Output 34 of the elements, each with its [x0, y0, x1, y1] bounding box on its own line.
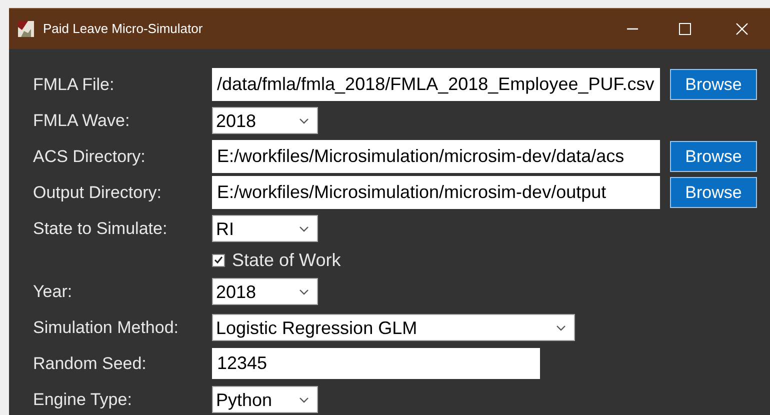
- dropdown[interactable]: Python: [212, 386, 318, 413]
- chevron-down-icon: [299, 396, 309, 402]
- app-logo-icon: [18, 21, 34, 37]
- dropdown[interactable]: 2018: [212, 107, 318, 134]
- path-field[interactable]: E:/workfiles/Microsimulation/microsim-dev/output: [212, 176, 660, 209]
- field-label: FMLA Wave:: [33, 110, 131, 132]
- browse-button[interactable]: Browse: [670, 177, 757, 208]
- checkbox[interactable]: [212, 254, 225, 266]
- maximize-icon: [679, 23, 691, 35]
- field-label: Random Seed:: [33, 352, 148, 375]
- checkmark-icon: [214, 256, 223, 264]
- field-label: FMLA File:: [33, 74, 116, 96]
- path-field[interactable]: E:/workfiles/Microsimulation/microsim-dev/data/acs: [212, 140, 660, 173]
- minimize-icon: [626, 28, 638, 30]
- window-title: Paid Leave Micro-Simulator: [43, 20, 203, 38]
- chevron-down-icon: [556, 324, 566, 330]
- seed-field[interactable]: 12345: [212, 348, 540, 379]
- browse-button[interactable]: Browse: [670, 141, 757, 172]
- dropdown[interactable]: Logistic Regression GLM: [212, 314, 575, 341]
- chevron-down-icon: [299, 226, 309, 232]
- field-label: ACS Directory:: [33, 146, 146, 168]
- field-label: Output Directory:: [33, 182, 162, 204]
- field-label: Simulation Method:: [33, 316, 180, 339]
- field-label: State to Simulate:: [33, 218, 168, 240]
- field-label: Year:: [33, 280, 74, 303]
- checkbox-label: State of Work: [232, 248, 341, 272]
- field-label: Engine Type:: [33, 388, 133, 411]
- dropdown[interactable]: RI: [212, 215, 318, 242]
- browse-button[interactable]: Browse: [670, 69, 757, 100]
- chevron-down-icon: [299, 118, 309, 124]
- dropdown[interactable]: 2018: [212, 278, 318, 305]
- close-icon: [736, 23, 748, 35]
- path-field[interactable]: /data/fmla/fmla_2018/FMLA_2018_Employee_PUF.csv: [212, 68, 660, 101]
- chevron-down-icon: [299, 288, 309, 294]
